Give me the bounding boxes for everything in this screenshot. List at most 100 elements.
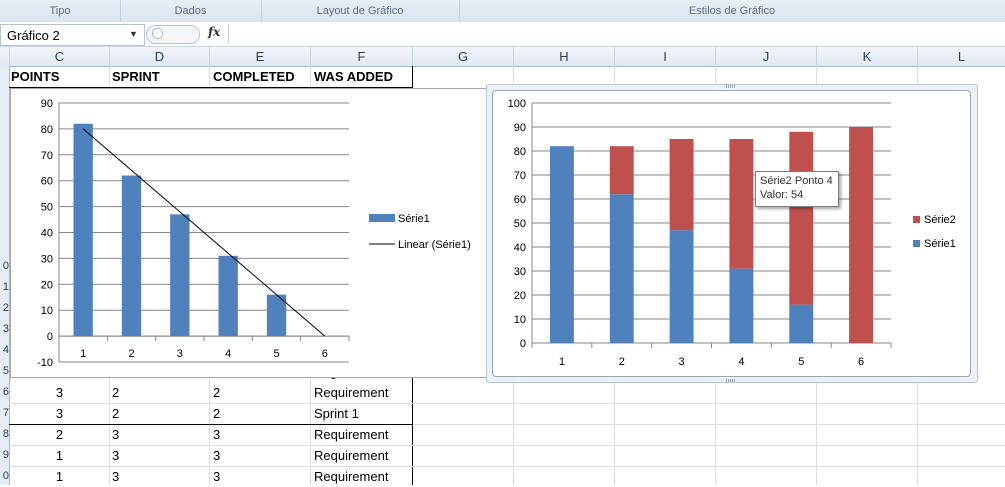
row-header[interactable]: 2: [0, 302, 9, 314]
row-header[interactable]: 0: [0, 260, 9, 272]
y-tick-label: 40: [41, 228, 53, 240]
x-tick-label: 3: [679, 356, 685, 368]
bar-srie1: [729, 268, 754, 343]
x-tick-label: 1: [559, 356, 565, 368]
cell-points[interactable]: 3: [10, 404, 109, 424]
cell-was-added[interactable]: Sprint 1: [314, 404, 411, 424]
insert-function-icon[interactable]: fx: [208, 25, 220, 39]
bar-srie1: [789, 304, 814, 343]
cell-completed[interactable]: 3: [213, 446, 309, 466]
cell-header-was-added[interactable]: WAS ADDED: [314, 67, 411, 87]
gridline: [413, 424, 1005, 425]
cell-header-points[interactable]: POINTS: [11, 67, 108, 87]
row-header[interactable]: 3: [0, 323, 9, 335]
row-header[interactable]: 0: [0, 470, 9, 482]
x-tick-label: 6: [858, 356, 864, 368]
y-tick-label: 90: [41, 98, 53, 110]
bar-srie1: [609, 194, 634, 343]
resize-handle-bottom[interactable]: [726, 379, 736, 382]
column-header-g[interactable]: G: [413, 47, 514, 66]
row-header[interactable]: 1: [0, 281, 9, 293]
row-header[interactable]: 6: [0, 386, 9, 398]
x-tick-label: 4: [225, 348, 231, 360]
column-header-h[interactable]: H: [514, 47, 615, 66]
chart-1[interactable]: -10 0 10 20 30 40 50 60 70 80 90 1 2 3 4 5 6 Série1 Linear…: [10, 88, 488, 378]
y-tick-label: 80: [41, 124, 53, 136]
cell-header-completed[interactable]: COMPLETED: [213, 67, 309, 87]
y-tick-label: 30: [514, 266, 526, 278]
column-header-l[interactable]: L: [918, 47, 1005, 66]
y-tick-label: 70: [41, 150, 53, 162]
bar-srie1: [170, 214, 190, 337]
row-header[interactable]: 4: [0, 344, 9, 356]
y-tick-label: -10: [37, 357, 53, 369]
x-tick-label: 6: [322, 348, 328, 360]
row-headers: 0 1 2 3 4 5 6 7 8 9 0: [0, 66, 10, 485]
ribbon-group-tipo[interactable]: Tipo: [0, 0, 121, 22]
formula-input[interactable]: [228, 24, 1004, 44]
row-header[interactable]: 8: [0, 428, 9, 440]
row-header[interactable]: 7: [0, 407, 9, 419]
row-header[interactable]: 9: [0, 449, 9, 461]
ribbon-group-estilos[interactable]: Estilos de Gráfico: [459, 0, 1005, 22]
x-tick-label: 2: [128, 348, 134, 360]
y-tick-label: 80: [514, 146, 526, 158]
y-tick-label: 50: [514, 218, 526, 230]
y-tick-label: 0: [520, 338, 526, 350]
cell-was-added[interactable]: Requirement: [314, 425, 411, 445]
cell-sprint[interactable]: 2: [112, 383, 208, 403]
cell-completed[interactable]: 3: [213, 425, 309, 445]
cell-points[interactable]: 1: [10, 446, 109, 466]
bar-srie1: [121, 175, 142, 337]
bar-srie1: [669, 230, 694, 343]
column-header-j[interactable]: J: [716, 47, 817, 66]
cell-completed[interactable]: 2: [213, 404, 309, 424]
resize-handle-top[interactable]: [726, 85, 736, 88]
column-header-d[interactable]: D: [110, 47, 210, 66]
column-header-k[interactable]: K: [817, 47, 918, 66]
cell-was-added[interactable]: Requirement: [314, 467, 411, 487]
y-tick-label: 90: [514, 122, 526, 134]
chevron-down-icon[interactable]: ▼: [129, 29, 138, 39]
name-box[interactable]: Gráfico 2 ▼: [0, 24, 145, 46]
column-header-i[interactable]: I: [615, 47, 716, 66]
column-header-f[interactable]: F: [311, 47, 413, 66]
cell-sprint[interactable]: 2: [112, 404, 208, 424]
row-header[interactable]: 5: [0, 365, 9, 377]
formula-bar: Gráfico 2 ▼ fx: [0, 22, 1005, 47]
y-tick-label: 10: [514, 314, 526, 326]
y-tick-label: 10: [41, 305, 53, 317]
bar-srie1: [549, 146, 574, 343]
y-tick-label: 70: [514, 170, 526, 182]
column-header-c[interactable]: C: [10, 47, 110, 66]
bar-srie1: [73, 123, 93, 337]
formula-bar-dot-icon: [152, 28, 163, 39]
cell-points[interactable]: 2: [10, 425, 109, 445]
ribbon-group-dados[interactable]: Dados: [120, 0, 262, 22]
y-tick-label: 60: [41, 176, 53, 188]
cell-sprint[interactable]: 3: [112, 425, 208, 445]
select-all-corner[interactable]: [0, 47, 10, 66]
bar-srie2: [789, 131, 814, 305]
cell-header-sprint[interactable]: SPRINT: [112, 67, 208, 87]
cell-sprint[interactable]: 3: [112, 446, 208, 466]
legend-swatch-serie1: [369, 214, 395, 222]
cell-completed[interactable]: 3: [213, 467, 309, 487]
cell-points[interactable]: 3: [10, 383, 109, 403]
cell-points[interactable]: 1: [10, 467, 109, 487]
y-tick-label: 30: [41, 253, 53, 265]
column-header-e[interactable]: E: [210, 47, 311, 66]
chart-2[interactable]: 0 10 20 30 40 50 60 70 80 90 100 1 2 3 4 5 6 Série2 Série1: [492, 90, 971, 377]
legend-label: Série1: [398, 213, 430, 225]
x-tick-label: 4: [738, 356, 744, 368]
ribbon-group-layout[interactable]: Layout de Gráfico: [261, 0, 460, 22]
y-tick-label: 100: [508, 98, 526, 110]
cell-was-added[interactable]: Requirement: [314, 446, 411, 466]
bar-srie2: [729, 139, 754, 269]
ribbon-group-bar: Tipo Dados Layout de Gráfico Estilos de …: [0, 0, 1005, 23]
x-tick-label: 1: [80, 348, 86, 360]
cell-was-added[interactable]: Requirement: [314, 383, 411, 403]
cell-sprint[interactable]: 3: [112, 467, 208, 487]
legend-label: Série1: [924, 238, 956, 250]
cell-completed[interactable]: 2: [213, 383, 309, 403]
